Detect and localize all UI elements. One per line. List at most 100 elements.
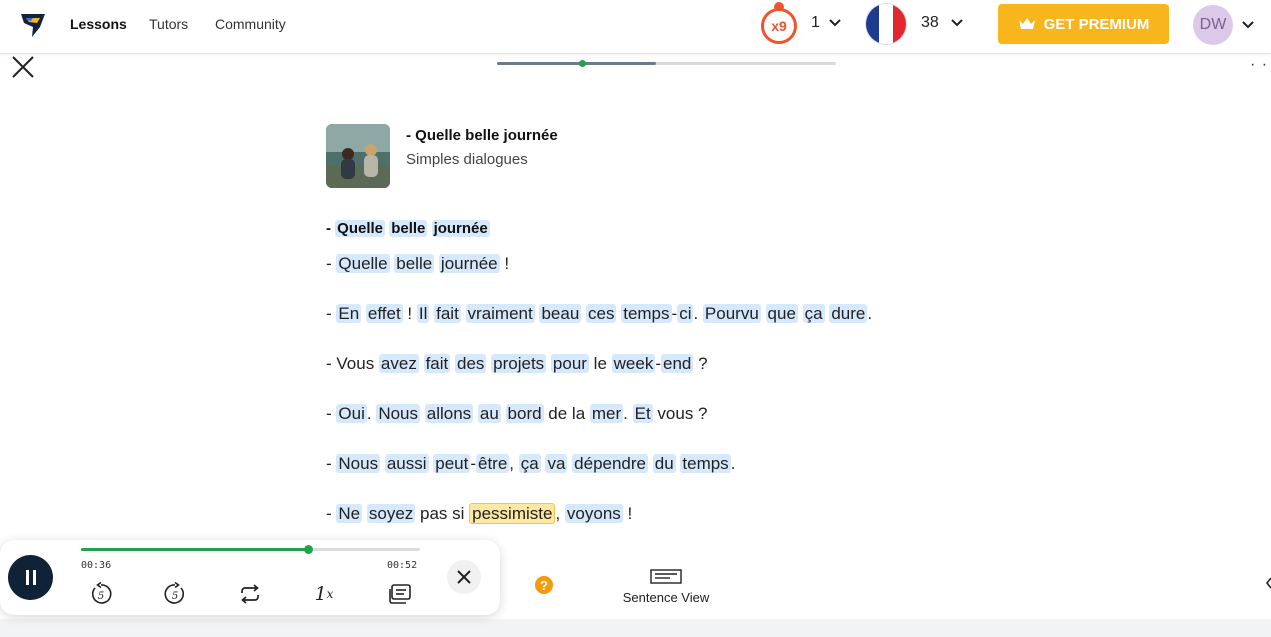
more-options-icon[interactable]: · · [1250,56,1268,74]
dialogue-word[interactable]: Oui [336,404,367,423]
dialogue-word[interactable]: journée [431,220,490,237]
dialogue-word[interactable]: week [611,354,656,373]
dialogue-word[interactable]: Nous [376,404,420,423]
dialogue-plain-text: ? [693,354,708,373]
dialogue-word[interactable]: va [545,454,568,473]
sentence-view-icon [650,569,682,584]
dialogue-word[interactable]: mer [589,404,624,423]
dialogue-plain-text: de la [543,404,590,423]
dialogue-plain-text [761,304,766,323]
dialogue-word[interactable]: allons [424,404,474,423]
chevron-left-icon[interactable] [1264,576,1271,590]
dialogue-word[interactable]: Il [416,304,430,323]
dialogue-word[interactable]: soyez [366,504,416,523]
streak-multiplier: x9 [761,8,797,44]
dialogue-word[interactable]: Nous [336,454,381,473]
elapsed-time: 00:36 [81,560,112,571]
sentence-view-label: Sentence View [622,590,710,605]
audio-player: 00:36 00:52 5 5 1x [0,540,500,615]
dialogue-word[interactable]: end [661,354,694,373]
repeat-icon [241,584,259,604]
bottom-bar [0,619,1271,637]
lesson-subtitle: Simples dialogues [406,151,528,168]
dialogue-word[interactable]: temps [680,454,731,473]
seek-handle[interactable] [304,545,314,554]
rewind-5-button[interactable]: 5 [88,581,114,607]
get-premium-label: GET PREMIUM [1043,15,1150,33]
dialogue-word[interactable]: que [765,304,798,323]
dialogue-plain-text: . [693,304,703,323]
svg-text:5: 5 [172,591,178,602]
nav-lessons[interactable]: Lessons [70,16,127,32]
dialogue-word[interactable]: ces [586,304,617,323]
dialogue-word[interactable]: pour [550,354,589,373]
playback-speed-button[interactable]: 1x [311,581,337,607]
dialogue-word[interactable]: être [476,454,510,473]
dialogue-word[interactable]: bord [505,404,544,423]
dialogue-plain-text: , [509,454,519,473]
dialogue-plain-text: . [867,304,873,323]
dialogue-word[interactable]: avez [378,354,419,373]
pause-button[interactable] [8,555,53,600]
dialogue-word[interactable]: dépendre [572,454,648,473]
dialogue-word[interactable]: ci [677,304,694,323]
dialogue-plain-text: - [326,454,337,473]
dialogue-word[interactable]: En [336,304,362,323]
dialogue-word[interactable]: du [652,454,676,473]
repeat-button[interactable] [237,581,263,607]
dialogue-word[interactable]: dure [829,304,868,323]
dialogue-plain-text: . [623,404,633,423]
close-player-button[interactable] [447,560,481,594]
seek-bar[interactable] [81,545,420,554]
top-navigation: Lessons Tutors Community x9 1 38 GET PRE… [0,0,1271,54]
streak-count[interactable]: 1 [811,14,820,32]
dialogue-word[interactable]: journée [438,254,500,273]
get-premium-button[interactable]: GET PREMIUM [998,4,1169,44]
dialogue-word[interactable]: Quelle [336,254,390,273]
chevron-down-icon[interactable] [1241,18,1255,32]
highlighted-word[interactable]: pessimiste [469,503,556,524]
dialogue-word[interactable]: temps [621,304,672,323]
dialogue-word[interactable]: des [455,354,487,373]
dialogue-word[interactable]: fait [423,354,451,373]
close-lesson-icon[interactable] [10,54,36,80]
subtitles-button[interactable] [387,581,413,607]
dialogue-word[interactable]: beau [539,304,582,323]
dialogue-plain-text: - Vous [326,354,379,373]
dialogue-word[interactable]: belle [389,220,428,237]
logo-icon[interactable] [18,9,48,39]
french-flag-icon[interactable] [866,4,906,44]
dialogue-word[interactable]: effet [365,304,403,323]
dialogue-word[interactable]: belle [394,254,435,273]
language-count[interactable]: 38 [921,14,939,32]
dialogue-word[interactable]: au [477,404,501,423]
dialogue-plain-text: , [555,504,565,523]
help-icon[interactable]: ? [535,576,553,594]
dialogue-word[interactable]: Pourvu [702,304,761,323]
nav-tutors[interactable]: Tutors [149,16,188,32]
avatar[interactable]: DW [1193,5,1233,45]
streak-badge[interactable]: x9 [759,2,799,44]
dialogue-word[interactable]: vraiment [465,304,535,323]
forward-5-button[interactable]: 5 [162,581,188,607]
sentence-view-button[interactable]: Sentence View [606,566,726,608]
chevron-down-icon[interactable] [828,16,842,30]
dialogue-word[interactable]: Quelle [335,220,386,237]
dialogue-word[interactable]: Et [632,404,653,423]
dialogue-word[interactable]: voyons [564,504,623,523]
lesson-position-marker [578,60,586,67]
dialogue-heading: - Quelle belle journée [326,216,966,242]
chevron-down-icon[interactable] [950,16,964,30]
dialogue-word[interactable]: ça [802,304,825,323]
dialogue-plain-text [798,304,803,323]
dialogue-word[interactable]: fait [434,304,461,323]
dialogue-word[interactable]: ça [518,454,541,473]
dialogue-word[interactable]: peut [433,454,471,473]
nav-community[interactable]: Community [215,16,286,32]
seek-fill [81,548,309,551]
dialogue-word[interactable]: projets [491,354,547,373]
dialogue-plain-text: - [326,304,337,323]
dialogue-word[interactable]: Ne [336,504,363,523]
dialogue-plain-text: ! [499,254,510,273]
dialogue-word[interactable]: aussi [384,454,429,473]
